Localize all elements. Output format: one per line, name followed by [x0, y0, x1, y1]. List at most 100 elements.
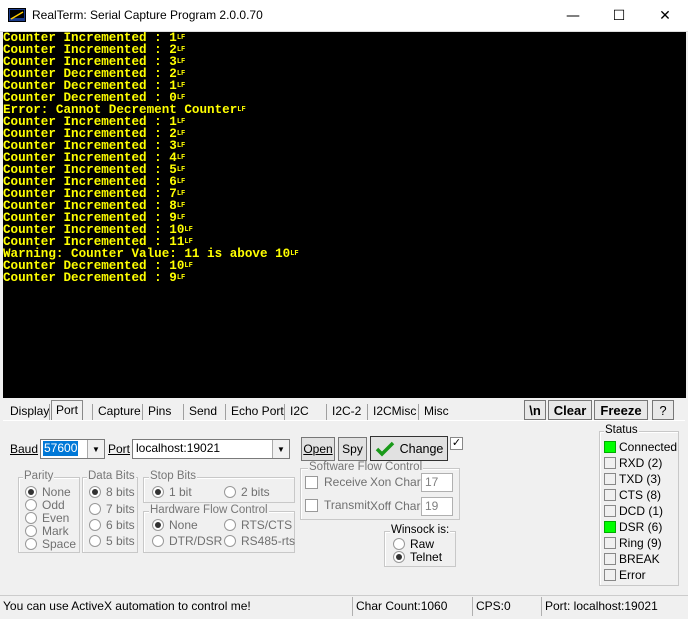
- parity-option-space[interactable]: Space: [25, 537, 76, 551]
- line-feed-glyph: LF: [176, 202, 186, 210]
- hw_flow-option-none[interactable]: None: [152, 518, 198, 532]
- minimize-button[interactable]: —: [550, 0, 596, 31]
- char-count: Char Count:1060: [352, 597, 447, 616]
- status-error: Error: [604, 568, 646, 582]
- status-label: Connected: [619, 440, 678, 454]
- xon-field[interactable]: 17: [421, 473, 453, 492]
- baud-select[interactable]: 57600 ▼: [40, 439, 105, 459]
- line-feed-glyph: LF: [184, 226, 193, 234]
- hw_flow-option-dtr-dsr[interactable]: DTR/DSR: [152, 534, 222, 548]
- led-indicator-icon: [604, 473, 616, 485]
- radio-icon[interactable]: [152, 519, 164, 531]
- radio-icon[interactable]: [25, 512, 37, 524]
- radio-icon[interactable]: [224, 535, 236, 547]
- tab-misc[interactable]: Misc: [420, 402, 453, 420]
- status-label: BREAK: [619, 552, 660, 566]
- port-select[interactable]: localhost:19021 ▼: [132, 439, 290, 459]
- xoff-label: Xoff Char:: [370, 499, 424, 513]
- option-label: 5 bits: [106, 534, 135, 548]
- close-button[interactable]: ✕: [642, 0, 688, 31]
- terminal-display[interactable]: Counter Incremented : 1LF Counter Increme…: [3, 32, 686, 398]
- status-label: DCD (1): [619, 504, 663, 518]
- winsock-option-telnet[interactable]: Telnet: [393, 550, 442, 564]
- tab-i2c-2[interactable]: I2C-2: [328, 402, 365, 420]
- transmit-checkbox[interactable]: [305, 498, 318, 512]
- change-button[interactable]: Change: [370, 436, 448, 461]
- radio-icon[interactable]: [25, 499, 37, 511]
- radio-icon[interactable]: [89, 535, 101, 547]
- port-label: Port: [108, 442, 131, 456]
- radio-icon[interactable]: [25, 486, 37, 498]
- line-feed-glyph: LF: [176, 94, 186, 102]
- tab-capture[interactable]: Capture: [94, 402, 145, 420]
- radio-icon[interactable]: [89, 503, 101, 515]
- data_bits-option-5-bits[interactable]: 5 bits: [89, 534, 135, 548]
- line-feed-glyph: LF: [237, 106, 246, 114]
- receive-checkbox[interactable]: [305, 475, 318, 489]
- stop_bits-option-1-bit[interactable]: 1 bit: [152, 485, 192, 499]
- spy-button[interactable]: Spy: [338, 437, 367, 461]
- tab-send[interactable]: Send: [185, 402, 221, 420]
- radio-icon[interactable]: [224, 519, 236, 531]
- tab-i2c[interactable]: I2C: [286, 402, 313, 420]
- radio-icon[interactable]: [224, 486, 236, 498]
- line-feed-glyph: LF: [176, 154, 186, 162]
- option-label: 7 bits: [106, 502, 135, 516]
- hw_flow-option-rts-cts[interactable]: RTS/CTS: [224, 518, 292, 532]
- line-feed-glyph: LF: [176, 34, 186, 42]
- led-indicator-icon: [604, 457, 616, 469]
- hw_flow-option-rs485-rts[interactable]: RS485-rts: [224, 534, 295, 548]
- radio-icon[interactable]: [89, 519, 101, 531]
- help-button[interactable]: ?: [652, 400, 674, 420]
- winsock-option-raw[interactable]: Raw: [393, 537, 434, 551]
- chevron-down-icon: ▼: [87, 440, 104, 458]
- maximize-button[interactable]: ☐: [596, 0, 642, 31]
- winsock-legend: Winsock is:: [390, 524, 451, 536]
- tab-display[interactable]: Display: [6, 402, 53, 420]
- transmit-option[interactable]: Transmit: [305, 498, 370, 512]
- baud-value: 57600: [43, 441, 79, 456]
- tab-port[interactable]: Port: [51, 400, 84, 421]
- receive-option[interactable]: Receive: [305, 475, 367, 489]
- minimize-icon: —: [566, 7, 580, 24]
- xoff-field[interactable]: 19: [421, 497, 453, 516]
- led-indicator-icon: [604, 505, 616, 517]
- clear-button[interactable]: Clear: [548, 400, 592, 420]
- radio-icon[interactable]: [152, 535, 164, 547]
- data_bits-option-7-bits[interactable]: 7 bits: [89, 502, 135, 516]
- parity-option-mark[interactable]: Mark: [25, 524, 69, 538]
- option-label: Mark: [42, 524, 69, 538]
- data_bits-option-6-bits[interactable]: 6 bits: [89, 518, 135, 532]
- parity-option-even[interactable]: Even: [25, 511, 69, 525]
- change-checkbox[interactable]: ✓: [450, 437, 463, 450]
- line-feed-glyph: LF: [176, 46, 186, 54]
- data_bits-option-8-bits[interactable]: 8 bits: [89, 485, 135, 499]
- radio-icon[interactable]: [25, 525, 37, 537]
- radio-icon[interactable]: [152, 486, 164, 498]
- newline-label: \n: [529, 402, 541, 418]
- tab-i2cmisc[interactable]: I2CMisc: [369, 402, 420, 420]
- newline-button[interactable]: \n: [524, 400, 546, 420]
- option-label: 8 bits: [106, 485, 135, 499]
- hw-flow-legend: Hardware Flow Control: [149, 504, 269, 516]
- status-port: Port: localhost:19021: [541, 597, 658, 616]
- tab-pins[interactable]: Pins: [144, 402, 175, 420]
- tab-separator: [418, 404, 419, 420]
- data-bits-legend: Data Bits: [87, 470, 136, 482]
- terminal-line: Counter Decremented : 9LF: [3, 271, 186, 285]
- port-value: localhost:19021: [136, 441, 221, 455]
- stop_bits-option-2-bits[interactable]: 2 bits: [224, 485, 270, 499]
- window-title: RealTerm: Serial Capture Program 2.0.0.7…: [32, 8, 263, 22]
- parity-legend: Parity: [23, 470, 55, 482]
- radio-icon[interactable]: [393, 538, 405, 550]
- tab-echo-port[interactable]: Echo Port: [227, 402, 288, 420]
- freeze-button[interactable]: Freeze: [594, 400, 648, 420]
- radio-icon[interactable]: [393, 551, 405, 563]
- radio-icon[interactable]: [89, 486, 101, 498]
- parity-option-none[interactable]: None: [25, 485, 71, 499]
- line-feed-glyph: LF: [176, 178, 186, 186]
- open-button[interactable]: Open: [301, 437, 335, 461]
- radio-icon[interactable]: [25, 538, 37, 550]
- parity-option-odd[interactable]: Odd: [25, 498, 65, 512]
- line-feed-glyph: LF: [176, 142, 186, 150]
